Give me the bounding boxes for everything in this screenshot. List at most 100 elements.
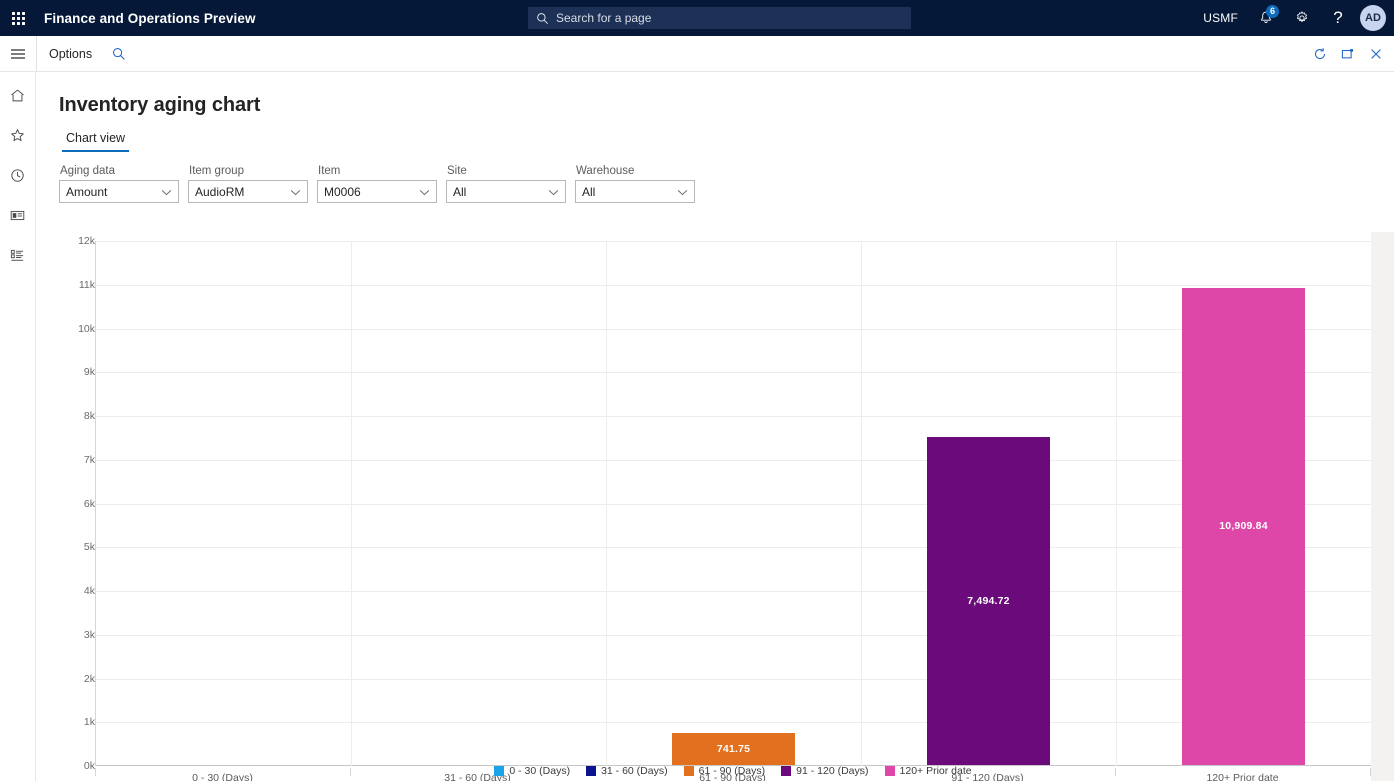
- bar-data-label: 741.75: [717, 743, 750, 755]
- y-axis-tick-label: 12k: [55, 235, 95, 247]
- chart-bar[interactable]: 7,494.72: [927, 437, 1049, 765]
- settings-button[interactable]: [1284, 0, 1320, 36]
- gridline: [96, 329, 1371, 330]
- y-axis-tick-label: 4k: [55, 585, 95, 597]
- filter-item-select[interactable]: M0006: [317, 180, 437, 203]
- chart-bar[interactable]: 741.75: [672, 733, 794, 765]
- legend-swatch: [586, 766, 596, 776]
- clock-icon: [9, 167, 26, 184]
- star-icon: [9, 127, 26, 144]
- filter-item-group: Item group AudioRM: [188, 165, 308, 203]
- close-icon: [1369, 47, 1383, 61]
- page-search-icon[interactable]: [104, 36, 134, 72]
- gridline: [96, 241, 1371, 242]
- filter-item-label: Item: [317, 165, 437, 177]
- legend-item[interactable]: 120+ Prior date: [885, 765, 972, 777]
- gridline: [96, 416, 1371, 417]
- app-title: Finance and Operations Preview: [44, 11, 256, 26]
- category-separator: [1116, 241, 1117, 766]
- hamburger-menu-icon[interactable]: [0, 36, 36, 72]
- tab-chart-view[interactable]: Chart view: [62, 131, 129, 152]
- y-axis-tick-label: 10k: [55, 323, 95, 335]
- chart-bar[interactable]: 10,909.84: [1182, 288, 1304, 765]
- filter-site-value: All: [453, 185, 466, 199]
- legend-label: 31 - 60 (Days): [601, 765, 668, 777]
- options-button[interactable]: Options: [37, 36, 104, 72]
- popout-button[interactable]: [1334, 36, 1362, 72]
- command-bar: Options: [0, 36, 1394, 72]
- y-axis-tick-label: 9k: [55, 366, 95, 378]
- filter-warehouse-select[interactable]: All: [575, 180, 695, 203]
- gridline: [96, 372, 1371, 373]
- chevron-down-icon: [677, 185, 688, 199]
- category-separator: [351, 241, 352, 766]
- page-body: Inventory aging chart Chart view Aging d…: [0, 72, 1394, 781]
- sidebar-item-workspaces[interactable]: [5, 202, 31, 228]
- legend-label: 120+ Prior date: [900, 765, 972, 777]
- open-in-new-window-icon: [1341, 47, 1355, 61]
- legend-item[interactable]: 31 - 60 (Days): [586, 765, 668, 777]
- page-title: Inventory aging chart: [36, 72, 1394, 117]
- sidebar-item-modules[interactable]: [5, 242, 31, 268]
- legend-item[interactable]: 0 - 30 (Days): [494, 765, 570, 777]
- bar-data-label: 7,494.72: [967, 595, 1009, 607]
- filter-site: Site All: [446, 165, 566, 203]
- search-icon: [536, 12, 549, 25]
- filter-site-label: Site: [446, 165, 566, 177]
- close-button[interactable]: [1362, 36, 1390, 72]
- legend-swatch: [781, 766, 791, 776]
- sidebar-item-recent[interactable]: [5, 162, 31, 188]
- notification-badge: 6: [1266, 5, 1279, 18]
- chevron-down-icon: [419, 185, 430, 199]
- filter-aging-data-select[interactable]: Amount: [59, 180, 179, 203]
- filter-item-group-label: Item group: [188, 165, 308, 177]
- app-launcher-icon[interactable]: [0, 0, 36, 36]
- gridline: [96, 504, 1371, 505]
- legend-item[interactable]: 91 - 120 (Days): [781, 765, 868, 777]
- filter-warehouse: Warehouse All: [575, 165, 695, 203]
- question-mark-icon: ?: [1333, 8, 1342, 28]
- filter-aging-data-value: Amount: [66, 185, 107, 199]
- navigation-rail: [0, 72, 36, 781]
- main-content: Inventory aging chart Chart view Aging d…: [36, 72, 1394, 781]
- category-separator: [606, 241, 607, 766]
- help-button[interactable]: ?: [1320, 0, 1356, 36]
- legend-swatch: [494, 766, 504, 776]
- legend-swatch: [885, 766, 895, 776]
- gear-icon: [1294, 10, 1310, 26]
- legend-label: 91 - 120 (Days): [796, 765, 868, 777]
- company-selector[interactable]: USMF: [1193, 0, 1248, 36]
- bar-data-label: 10,909.84: [1219, 520, 1268, 532]
- gridline: [96, 547, 1371, 548]
- sidebar-item-home[interactable]: [5, 82, 31, 108]
- filter-site-select[interactable]: All: [446, 180, 566, 203]
- y-axis-tick-label: 6k: [55, 498, 95, 510]
- list-icon: [9, 247, 26, 264]
- filter-item-group-select[interactable]: AudioRM: [188, 180, 308, 203]
- refresh-button[interactable]: [1306, 36, 1334, 72]
- chevron-down-icon: [290, 185, 301, 199]
- filter-bar: Aging data Amount Item group AudioRM: [59, 165, 1394, 203]
- sidebar-item-favorites[interactable]: [5, 122, 31, 148]
- home-icon: [9, 87, 26, 104]
- search-input[interactable]: [556, 11, 903, 25]
- category-separator: [861, 241, 862, 766]
- plot-canvas: 741.75 7,494.72 10,909.84: [95, 241, 1371, 766]
- legend-item[interactable]: 61 - 90 (Days): [684, 765, 766, 777]
- global-search[interactable]: [528, 7, 911, 29]
- filter-warehouse-label: Warehouse: [575, 165, 695, 177]
- gridline: [96, 591, 1371, 592]
- y-axis-tick-label: 2k: [55, 673, 95, 685]
- chart-plot-area: 0k1k2k3k4k5k6k7k8k9k10k11k12k 741.75 7,49…: [59, 232, 1371, 781]
- notifications-button[interactable]: 6: [1248, 0, 1284, 36]
- chart-legend: 0 - 30 (Days) 31 - 60 (Days) 61 - 90 (Days…: [36, 765, 1394, 777]
- y-axis-tick-label: 11k: [55, 279, 95, 291]
- workspace-icon: [9, 207, 26, 224]
- refresh-icon: [1313, 47, 1327, 61]
- filter-aging-data: Aging data Amount: [59, 165, 179, 203]
- gridline: [96, 722, 1371, 723]
- y-axis: 0k1k2k3k4k5k6k7k8k9k10k11k12k: [59, 232, 95, 766]
- inventory-aging-chart: 0k1k2k3k4k5k6k7k8k9k10k11k12k 741.75 7,49…: [59, 232, 1371, 781]
- y-axis-tick-label: 7k: [55, 454, 95, 466]
- avatar[interactable]: AD: [1360, 5, 1386, 31]
